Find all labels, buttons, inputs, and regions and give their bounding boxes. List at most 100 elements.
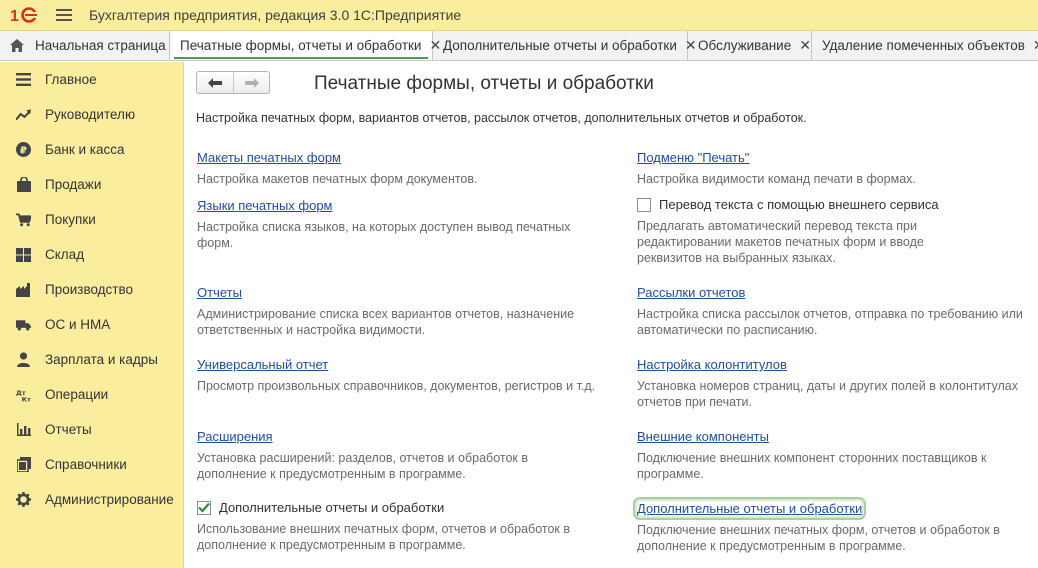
report-mailings-desc: Настройка списка рассылок отчетов, отпра… (637, 307, 1023, 337)
sidebar-item-fixed-assets[interactable]: ОС и НМА (0, 307, 183, 342)
gear-icon (16, 492, 31, 507)
home-icon (10, 39, 24, 52)
person-icon (16, 352, 31, 367)
sidebar-item-production[interactable]: Производство (0, 272, 183, 307)
additional-reports-desc: Подключение внешних печатных форм, отчет… (637, 523, 1000, 553)
extensions-link[interactable]: Расширения (197, 429, 273, 444)
arrow-left-icon (208, 77, 222, 88)
sidebar-item-directories[interactable]: Справочники (0, 447, 183, 482)
sidebar-item-bank[interactable]: ₽ Банк и касса (0, 132, 183, 167)
extensions-desc: Установка расширений: разделов, отчетов … (197, 451, 528, 481)
section-reports: Отчеты Администрирование списка всех вар… (197, 285, 617, 338)
sidebar-item-label: Покупки (45, 212, 96, 227)
bar-chart-icon (16, 422, 31, 437)
page-intro: Настройка печатных форм, вариантов отчет… (196, 111, 807, 125)
title-bar: 1 Бухгалтерия предприятия, редакция 3.0 … (0, 0, 1038, 31)
section-extensions: Расширения Установка расширений: раздело… (197, 429, 617, 482)
additional-reports-toggle-desc: Использование внешних печатных форм, отч… (197, 522, 571, 552)
ruble-icon: ₽ (16, 142, 31, 157)
section-universal-report: Универсальный отчет Просмотр произвольны… (197, 357, 617, 394)
external-components-desc: Подключение внешних компонент сторонних … (637, 451, 987, 481)
dt-kt-icon: Дт Кт (16, 387, 31, 402)
sidebar-item-salary[interactable]: Зарплата и кадры (0, 342, 183, 377)
section-additional-reports: Дополнительные отчеты и обработки Подклю… (632, 497, 1038, 554)
sidebar-item-administration[interactable]: Администрирование (0, 482, 183, 517)
translation-checkbox[interactable] (637, 197, 651, 212)
tab-delete-marked[interactable]: Удаление помеченных объектов ✕ (812, 31, 1038, 60)
translation-checkbox-row[interactable]: Перевод текста с помощью внешнего сервис… (637, 197, 1038, 212)
translation-checkbox-label: Перевод текста с помощью внешнего сервис… (659, 197, 939, 212)
sidebar-item-warehouse[interactable]: Склад (0, 237, 183, 272)
sidebar-item-label: Операции (45, 387, 109, 402)
print-languages-desc: Настройка списка языков, на которых дост… (197, 220, 571, 250)
cart-icon (16, 212, 31, 227)
external-components-link[interactable]: Внешние компоненты (637, 429, 769, 444)
trend-icon (16, 107, 31, 122)
sidebar: Главное Руководителю ₽ Банк и касса Прод… (0, 62, 184, 568)
checkmark-icon (198, 502, 210, 513)
tab-label: Удаление помеченных объектов (822, 38, 1025, 53)
main-content: Печатные формы, отчеты и обработки Настр… (185, 62, 1038, 568)
truck-icon (16, 317, 31, 332)
translation-desc: Предлагать автоматический перевод текста… (637, 219, 924, 265)
sidebar-item-reports[interactable]: Отчеты (0, 412, 183, 447)
section-report-mailings: Рассылки отчетов Настройка списка рассыл… (637, 285, 1038, 338)
sidebar-item-label: Производство (45, 282, 134, 297)
list-icon (16, 72, 31, 87)
sidebar-item-label: Отчеты (45, 422, 92, 437)
svg-text:1: 1 (10, 8, 19, 23)
sidebar-item-label: Администрирование (45, 492, 174, 507)
close-icon[interactable]: ✕ (799, 37, 811, 54)
sidebar-item-label: Банк и касса (45, 142, 125, 157)
universal-report-link[interactable]: Универсальный отчет (197, 357, 328, 372)
sidebar-item-sales[interactable]: Продажи (0, 167, 183, 202)
reports-link[interactable]: Отчеты (197, 285, 242, 300)
tab-label: Обслуживание (698, 38, 792, 53)
sidebar-item-label: Руководителю (45, 107, 136, 122)
warehouse-icon (16, 247, 31, 262)
tab-label: Дополнительные отчеты и обработки (443, 38, 677, 53)
section-headers-footers: Настройка колонтитулов Установка номеров… (637, 357, 1038, 410)
sidebar-item-label: Продажи (45, 177, 102, 192)
additional-reports-checkbox-row[interactable]: Дополнительные отчеты и обработки (197, 500, 617, 515)
1c-logo-icon[interactable]: 1 (10, 6, 42, 24)
tab-maintenance[interactable]: Обслуживание ✕ (688, 31, 812, 60)
factory-icon (16, 282, 31, 297)
sidebar-item-label: Главное (45, 72, 97, 87)
section-print-submenu: Подменю "Печать" Настройка видимости ком… (637, 150, 1038, 187)
back-button[interactable] (197, 72, 233, 93)
close-icon[interactable]: ✕ (1033, 37, 1038, 54)
report-mailings-link[interactable]: Рассылки отчетов (637, 285, 745, 300)
print-layouts-desc: Настройка макетов печатных форм документ… (197, 172, 478, 186)
menu-icon[interactable] (56, 9, 72, 21)
sidebar-item-main[interactable]: Главное (0, 62, 183, 97)
tab-additional-reports[interactable]: Дополнительные отчеты и обработки ✕ (433, 31, 697, 60)
history-nav (196, 71, 270, 94)
page-title: Печатные формы, отчеты и обработки (314, 73, 654, 94)
sidebar-item-label: Зарплата и кадры (45, 352, 158, 367)
tab-home[interactable]: Начальная страница (0, 31, 170, 60)
app-title: Бухгалтерия предприятия, редакция 3.0 1С… (89, 7, 462, 23)
sidebar-item-purchases[interactable]: Покупки (0, 202, 183, 237)
svg-text:₽: ₽ (20, 146, 27, 157)
print-submenu-link[interactable]: Подменю "Печать" (637, 150, 749, 165)
forward-button[interactable] (233, 72, 269, 93)
print-languages-link[interactable]: Языки печатных форм (197, 198, 333, 213)
print-submenu-desc: Настройка видимости команд печати в форм… (637, 172, 916, 186)
section-print-layouts: Макеты печатных форм Настройка макетов п… (197, 150, 617, 187)
tab-bar: Начальная страница Печатные формы, отчет… (0, 31, 1038, 61)
tab-print-forms[interactable]: Печатные формы, отчеты и обработки ✕ (170, 31, 441, 60)
sidebar-item-label: Справочники (45, 457, 127, 472)
section-translation: Перевод текста с помощью внешнего сервис… (637, 197, 1038, 266)
sidebar-item-manager[interactable]: Руководителю (0, 97, 183, 132)
section-external-components: Внешние компоненты Подключение внешних к… (637, 429, 1038, 482)
universal-report-desc: Просмотр произвольных справочников, доку… (197, 379, 596, 393)
arrow-right-icon (244, 77, 259, 88)
headers-footers-link[interactable]: Настройка колонтитулов (637, 357, 787, 372)
sidebar-item-operations[interactable]: Дт Кт Операции (0, 377, 183, 412)
svg-text:Кт: Кт (22, 395, 31, 401)
print-layouts-link[interactable]: Макеты печатных форм (197, 150, 341, 165)
additional-reports-link[interactable]: Дополнительные отчеты и обработки (632, 497, 867, 520)
sidebar-item-label: Склад (45, 247, 85, 262)
additional-reports-checkbox[interactable] (197, 500, 211, 515)
